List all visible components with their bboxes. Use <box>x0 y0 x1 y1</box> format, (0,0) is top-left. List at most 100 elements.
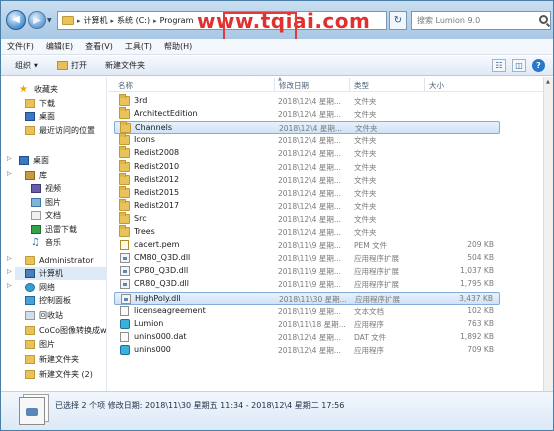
nav-item[interactable]: Administrator <box>25 254 106 267</box>
column-divider[interactable] <box>349 78 350 91</box>
file-row[interactable]: Channels 2018\12\4 星期... 文件夹 <box>114 121 500 135</box>
nav-item[interactable]: 库 <box>25 169 106 182</box>
file-type: 应用程序 <box>354 319 384 329</box>
nav-item[interactable]: 新建文件夹 <box>25 353 106 366</box>
file-size: 209 KB <box>467 240 494 250</box>
search-input[interactable]: 搜索 Lumion 9.0 <box>411 11 551 30</box>
exe-icon <box>120 344 130 355</box>
nav-item-label: 音乐 <box>45 238 61 247</box>
folder-icon <box>119 225 130 237</box>
file-name: CP80_Q3D.dll <box>134 266 189 276</box>
file-row[interactable]: Trees 2018\12\4 星期... 文件夹 <box>114 225 500 239</box>
nav-item[interactable]: 桌面 <box>25 110 106 123</box>
nav-item[interactable]: 图片 <box>31 196 106 209</box>
search-icon[interactable] <box>539 15 548 24</box>
file-row[interactable]: CM80_Q3D.dll 2018\11\9 星期... 应用程序扩展 504 KB <box>114 252 500 265</box>
star-icon: ★ <box>19 84 28 95</box>
file-row[interactable]: Redist2008 2018\12\4 星期... 文件夹 <box>114 146 500 160</box>
expand-arrow-icon[interactable]: ▷ <box>7 170 12 177</box>
recent-pages-dropdown-icon[interactable]: ▼ <box>47 17 52 24</box>
forward-button[interactable]: ▶ <box>28 11 46 29</box>
expand-arrow-icon[interactable]: ▷ <box>7 282 12 289</box>
details-pane: 已选择 2 个项 修改日期: 2018\11\30 星期五 11:34 - 20… <box>1 391 553 430</box>
file-row[interactable]: 3rd 2018\12\4 星期... 文件夹 <box>114 94 500 108</box>
nav-item[interactable]: 桌面 <box>19 154 106 167</box>
file-type: 文件夹 <box>354 214 377 224</box>
preview-pane-icon[interactable]: ◫ <box>512 59 526 72</box>
nav-item[interactable]: 控制面板 <box>25 294 106 307</box>
organize-button[interactable]: 组织 ▼ <box>15 60 38 71</box>
cert-icon <box>120 240 129 251</box>
nav-item[interactable]: 新建文件夹 (2) <box>25 368 106 381</box>
nav-item[interactable]: CoCo图像转换成wo <box>25 324 106 337</box>
nav-item[interactable]: 下载 <box>25 97 106 110</box>
menu-edit[interactable]: 编辑(E) <box>46 41 73 52</box>
file-row[interactable]: unins000.dat 2018\12\4 星期... DAT 文件 1,892 K… <box>114 331 500 344</box>
folder-icon <box>119 185 130 198</box>
breadcrumb-drive-c[interactable]: 系统 (C:) <box>117 15 150 26</box>
breadcrumb-computer[interactable]: 计算机 <box>84 15 108 26</box>
new-folder-button[interactable]: 新建文件夹 <box>105 60 145 71</box>
file-row[interactable]: CR80_Q3D.dll 2018\11\9 星期... 应用程序扩展 1,795 K… <box>114 278 500 291</box>
nav-item[interactable]: ★ 收藏夹 <box>19 83 106 96</box>
column-header-name[interactable]: 名称 <box>118 80 133 91</box>
back-button[interactable]: ◀ <box>6 10 26 30</box>
expand-arrow-icon[interactable]: ▷ <box>7 268 12 275</box>
menu-help[interactable]: 帮助(H) <box>164 41 192 52</box>
nav-item-label: 控制面板 <box>39 296 71 305</box>
file-row[interactable]: Lumion 2018\11\18 星期... 应用程序 763 KB <box>114 318 500 331</box>
open-icon <box>57 61 68 70</box>
file-type: 应用程序扩展 <box>354 267 399 277</box>
nav-item-label: 迅雷下载 <box>45 225 77 234</box>
column-divider[interactable] <box>274 78 275 91</box>
file-size: 1,892 KB <box>460 331 494 341</box>
nav-item[interactable]: 文档 <box>31 209 106 222</box>
nav-item[interactable]: 计算机 <box>15 267 106 280</box>
file-type: 文件夹 <box>354 228 377 237</box>
scroll-up-icon[interactable]: ▲ <box>546 79 550 85</box>
refresh-icon[interactable]: ↻ <box>389 11 407 30</box>
file-row[interactable]: Redist2012 2018\12\4 星期... 文件夹 <box>114 172 500 187</box>
file-row[interactable]: Icons 2018\12\4 星期... 文件夹 <box>114 133 500 147</box>
nav-item[interactable]: 最近访问的位置 <box>25 124 106 137</box>
menu-view[interactable]: 查看(V) <box>85 41 113 52</box>
nav-item[interactable]: ♫ 音乐 <box>31 236 106 249</box>
desktop-icon <box>25 112 35 121</box>
file-row[interactable]: cacert.pem 2018\11\9 星期... PEM 文件 209 KB <box>114 239 500 252</box>
file-row[interactable]: ArchitectEdition 2018\12\4 星期... 文件夹 <box>114 107 500 121</box>
file-size: 1,795 KB <box>460 279 494 289</box>
change-view-icon[interactable]: ☷ <box>492 59 506 72</box>
file-row[interactable]: Redist2010 2018\12\4 星期... 文件夹 <box>114 159 500 174</box>
menu-tools[interactable]: 工具(T) <box>125 41 152 52</box>
vertical-scrollbar[interactable]: ▲ <box>543 77 553 391</box>
file-row[interactable]: unins000 2018\12\4 星期... 应用程序 709 KB <box>114 344 500 357</box>
breadcrumb-separator-icon: ▸ <box>153 16 157 25</box>
column-header-size[interactable]: 大小 <box>429 80 444 91</box>
file-name: CR80_Q3D.dll <box>134 279 189 289</box>
nav-item[interactable]: 回收站 <box>25 309 106 322</box>
file-row[interactable]: licenseagreement 2018\11\9 星期... 文本文档 102 K… <box>114 305 500 318</box>
nav-item[interactable]: 视频 <box>31 182 106 195</box>
help-icon[interactable]: ? <box>532 59 545 72</box>
file-type: 应用程序扩展 <box>354 280 399 290</box>
library-icon <box>25 171 35 180</box>
file-size: 1,037 KB <box>460 266 494 276</box>
breadcrumb-program[interactable]: Program <box>160 16 194 25</box>
file-row[interactable]: HighPoly.dll 2018\11\30 星期... 应用程序扩展 3,437 … <box>114 291 500 305</box>
nav-item[interactable]: 网络 <box>25 281 106 294</box>
file-row[interactable]: Src 2018\12\4 星期... 文件夹 <box>114 211 500 226</box>
column-header-date[interactable]: 修改日期 <box>279 80 309 91</box>
file-row[interactable]: Redist2015 2018\12\4 星期... 文件夹 <box>114 185 500 200</box>
menu-file[interactable]: 文件(F) <box>7 41 34 52</box>
file-date: 2018\11\30 星期... <box>279 294 347 304</box>
column-header-type[interactable]: 类型 <box>354 80 369 91</box>
open-button[interactable]: 打开 <box>57 60 87 71</box>
nav-item-label: 收藏夹 <box>34 85 58 94</box>
file-row[interactable]: Redist2017 2018\12\4 星期... 文件夹 <box>114 198 500 213</box>
nav-item[interactable]: 图片 <box>25 338 106 351</box>
expand-arrow-icon[interactable]: ▷ <box>7 255 12 262</box>
file-row[interactable]: CP80_Q3D.dll 2018\11\9 星期... 应用程序扩展 1,037 K… <box>114 265 500 278</box>
expand-arrow-icon[interactable]: ▷ <box>7 155 12 162</box>
nav-item[interactable]: 迅雷下载 <box>31 223 106 236</box>
column-divider[interactable] <box>424 78 425 91</box>
